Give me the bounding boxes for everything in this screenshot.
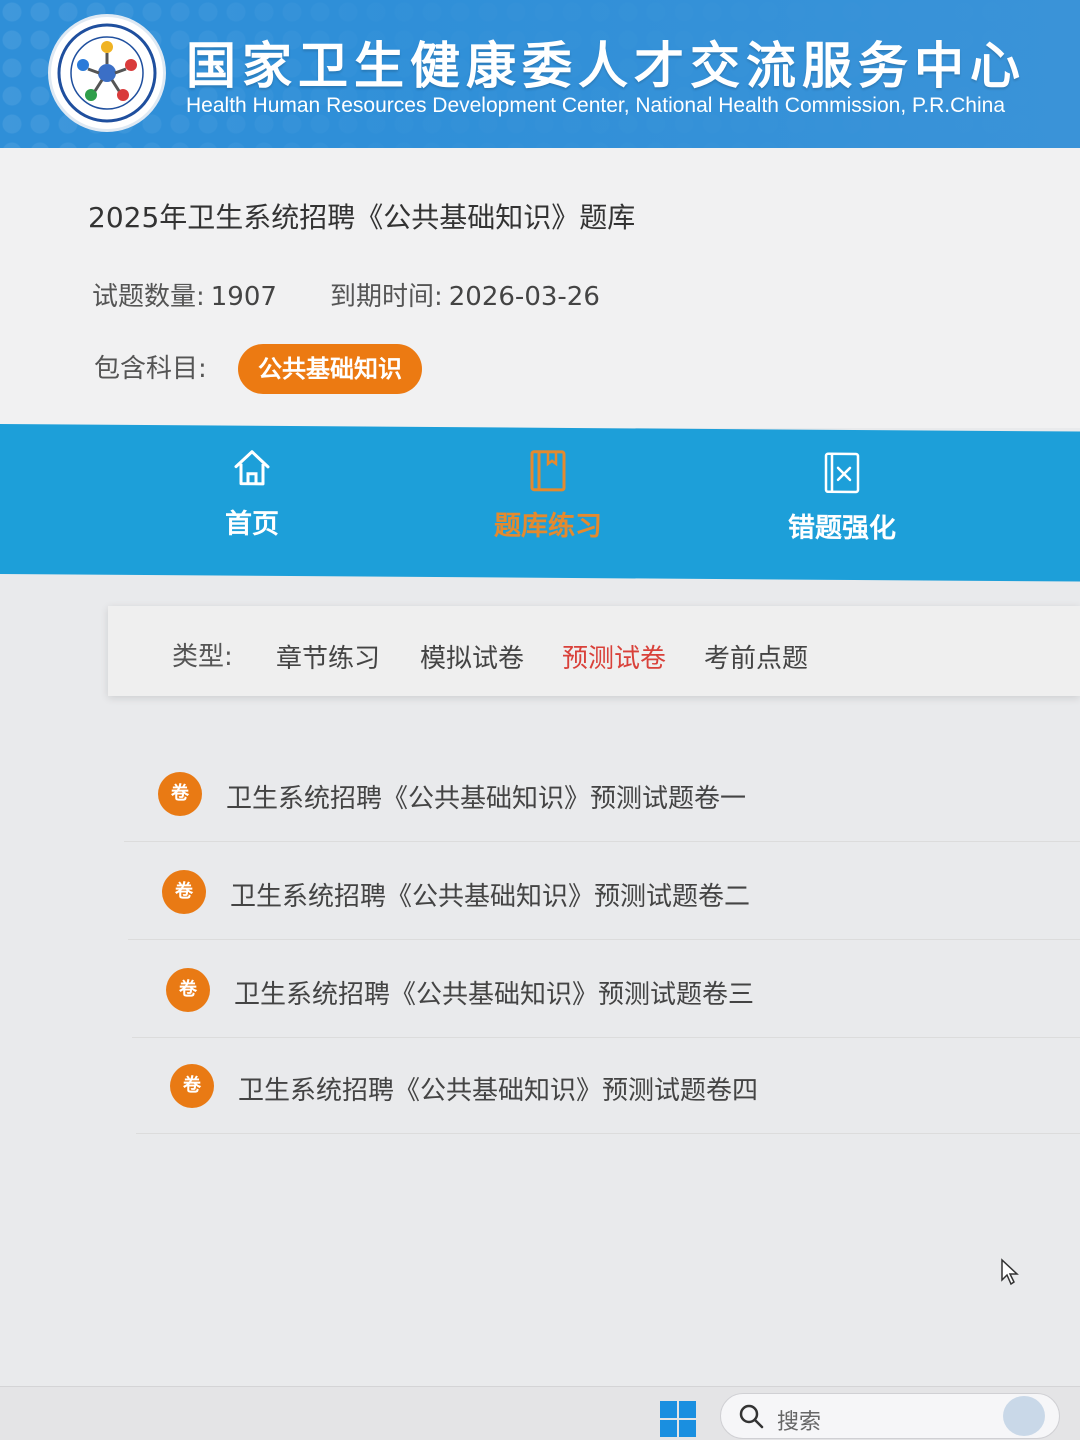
header-banner: 国家卫生健康委人才交流服务中心 Health Human Resources D… bbox=[0, 0, 1080, 148]
search-placeholder: 搜索 bbox=[777, 1410, 822, 1435]
expiry-date: 到期时间: 2026-03-26 bbox=[330, 276, 600, 313]
logo-emblem-icon bbox=[57, 23, 157, 123]
nav-label-question-bank: 题库练习 bbox=[494, 510, 602, 543]
paper-badge-icon: 卷 bbox=[162, 870, 206, 914]
paper-title[interactable]: 卫生系统招聘《公共基础知识》预测试题卷三 bbox=[234, 974, 754, 1011]
organization-english-name: Health Human Resources Development Cente… bbox=[186, 94, 1005, 117]
type-filter-label: 类型: bbox=[172, 642, 233, 672]
type-filter-bar: 类型: 章节练习 模拟试卷 预测试卷 考前点题 bbox=[108, 606, 1080, 696]
tab-mock-exam[interactable]: 模拟试卷 bbox=[420, 638, 524, 675]
nav-item-question-bank[interactable]: 题库练习 bbox=[448, 447, 648, 543]
book-icon bbox=[530, 450, 566, 492]
nav-item-home[interactable]: 首页 bbox=[152, 445, 352, 541]
expiry-date-value: 2026-03-26 bbox=[448, 282, 600, 312]
question-count: 试题数量: 1907 bbox=[92, 276, 277, 313]
question-count-value: 1907 bbox=[210, 282, 277, 312]
list-item[interactable]: 卷 卫生系统招聘《公共基础知识》预测试题卷三 bbox=[132, 942, 1080, 1038]
nav-item-wrong-questions[interactable]: 错题强化 bbox=[742, 449, 942, 545]
avatar bbox=[1003, 1396, 1045, 1436]
paper-title[interactable]: 卫生系统招聘《公共基础知识》预测试题卷四 bbox=[238, 1070, 758, 1107]
paper-badge-icon: 卷 bbox=[158, 772, 202, 816]
list-item[interactable]: 卷 卫生系统招聘《公共基础知识》预测试题卷一 bbox=[124, 746, 1080, 842]
tab-predicted-exam[interactable]: 预测试卷 bbox=[562, 638, 666, 675]
paper-title[interactable]: 卫生系统招聘《公共基础知识》预测试题卷一 bbox=[226, 778, 746, 815]
search-icon bbox=[739, 1404, 764, 1429]
windows-taskbar: 搜索 bbox=[0, 1386, 1080, 1440]
nav-label-wrong-questions: 错题强化 bbox=[788, 512, 896, 545]
mouse-cursor-icon bbox=[1001, 1258, 1019, 1286]
home-icon bbox=[234, 450, 270, 486]
main-nav: 首页 题库练习 错题强化 bbox=[0, 424, 1080, 582]
expiry-date-label: 到期时间: bbox=[330, 282, 443, 312]
wrong-question-icon bbox=[824, 452, 860, 494]
organization-name: 国家卫生健康委人才交流服务中心 bbox=[186, 37, 1026, 95]
list-item[interactable]: 卷 卫生系统招聘《公共基础知识》预测试题卷二 bbox=[128, 844, 1080, 940]
subjects-label: 包含科目: bbox=[94, 354, 207, 384]
tab-pre-exam-tips[interactable]: 考前点题 bbox=[704, 638, 808, 675]
paper-badge-icon: 卷 bbox=[166, 968, 210, 1012]
taskbar-search-box[interactable]: 搜索 bbox=[720, 1393, 1060, 1439]
windows-start-icon[interactable] bbox=[660, 1401, 696, 1437]
organization-logo bbox=[48, 14, 166, 132]
question-count-label: 试题数量: bbox=[92, 282, 205, 312]
paper-title[interactable]: 卫生系统招聘《公共基础知识》预测试题卷二 bbox=[230, 876, 750, 913]
question-bank-title: 2025年卫生系统招聘《公共基础知识》题库 bbox=[88, 201, 636, 234]
nav-label-home: 首页 bbox=[225, 508, 279, 540]
subject-tag[interactable]: 公共基础知识 bbox=[238, 344, 422, 394]
list-item[interactable]: 卷 卫生系统招聘《公共基础知识》预测试题卷四 bbox=[136, 1038, 1080, 1134]
question-bank-info: 2025年卫生系统招聘《公共基础知识》题库 试题数量: 1907 到期时间: 202… bbox=[0, 148, 1080, 428]
tab-chapter-practice[interactable]: 章节练习 bbox=[276, 638, 380, 675]
paper-badge-icon: 卷 bbox=[170, 1064, 214, 1108]
